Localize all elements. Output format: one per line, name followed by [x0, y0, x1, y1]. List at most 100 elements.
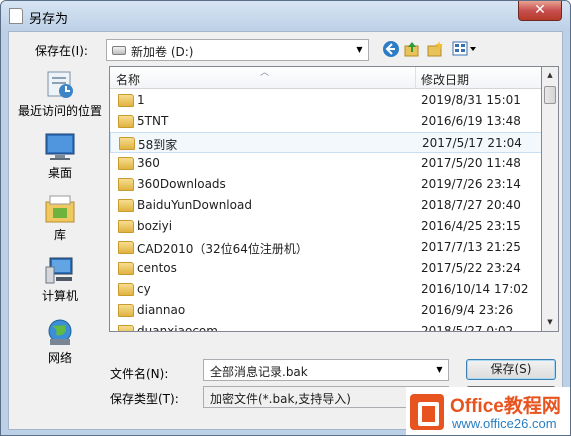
chevron-down-icon[interactable]: ▼: [351, 40, 368, 60]
save-in-combo[interactable]: 新加卷 (D:) ▼: [106, 39, 369, 61]
window-title: 另存为: [29, 12, 69, 27]
file-name: 360: [137, 156, 160, 170]
file-row[interactable]: cy 2016/10/14 17:02: [110, 279, 541, 300]
filename-label: 文件名(N):: [110, 367, 169, 381]
folder-icon: [119, 137, 135, 150]
file-date: 2019/8/31 15:01: [421, 93, 521, 107]
scroll-down-icon[interactable]: ▼: [542, 314, 558, 331]
column-divider[interactable]: [415, 67, 416, 89]
file-row[interactable]: 360Downloads 2019/7/26 23:14: [110, 174, 541, 195]
file-date: 2017/7/13 21:25: [421, 240, 521, 254]
place-network[interactable]: 网络: [12, 315, 108, 375]
file-date: 2016/4/25 23:15: [421, 219, 521, 233]
scroll-up-icon[interactable]: ▲: [542, 67, 558, 84]
back-icon[interactable]: [381, 40, 401, 60]
network-icon: [48, 319, 72, 345]
scroll-thumb[interactable]: [544, 86, 556, 104]
file-name: diannao: [137, 303, 186, 317]
file-row[interactable]: 58到家 2017/5/17 21:04: [110, 132, 541, 153]
chevron-down-icon[interactable]: ▼: [431, 360, 448, 380]
vertical-scrollbar[interactable]: ▲ ▼: [542, 66, 559, 332]
file-date: 2017/5/17 21:04: [422, 136, 522, 150]
computer-icon: [45, 257, 73, 284]
file-row[interactable]: boziyi 2016/4/25 23:15: [110, 216, 541, 237]
file-date: 2016/10/14 17:02: [421, 282, 529, 296]
place-libraries[interactable]: 库: [12, 192, 108, 252]
views-icon[interactable]: [450, 40, 478, 60]
file-row[interactable]: diannao 2016/9/4 23:26: [110, 300, 541, 321]
file-name: 58到家: [138, 138, 178, 152]
title-bar: 另存为 ✕: [1, 1, 570, 31]
file-name: duanxiaocom: [137, 324, 218, 332]
place-computer-label: 计算机: [41, 289, 78, 303]
file-row[interactable]: 5TNT 2016/6/19 13:48: [110, 111, 541, 132]
place-recent-label: 最近访问的位置: [17, 104, 102, 118]
file-name: cy: [137, 282, 151, 296]
save-as-dialog: 另存为 ✕ 保存在(I): 新加卷 (D:) ▼ 最近访问的位置 桌面 库 计算…: [0, 0, 571, 436]
file-date: 2018/7/27 20:40: [421, 198, 521, 212]
sort-ascending-icon: ︿: [260, 68, 270, 78]
filetype-value: 加密文件(*.bak,支持导入): [210, 392, 351, 406]
place-computer[interactable]: 计算机: [12, 253, 108, 313]
folder-icon: [118, 94, 134, 107]
file-row[interactable]: duanxiaocom 2018/5/27 0:02: [110, 321, 541, 332]
folder-icon: [118, 115, 134, 128]
column-name[interactable]: 名称: [116, 71, 140, 88]
watermark-line2: www.office26.com: [452, 416, 557, 431]
watermark-logo: Office教程网 www.office26.com: [406, 387, 570, 435]
close-button[interactable]: ✕: [518, 1, 562, 21]
folder-icon: [118, 199, 134, 212]
folder-icon: [118, 262, 134, 275]
place-libraries-label: 库: [53, 228, 66, 242]
folder-icon: [118, 241, 134, 254]
folder-icon: [118, 178, 134, 191]
file-date: 2016/9/4 23:26: [421, 303, 514, 317]
folder-icon: [118, 283, 134, 296]
office-logo-icon: [410, 394, 444, 430]
folder-icon: [118, 157, 134, 170]
column-date[interactable]: 修改日期: [421, 71, 469, 88]
save-in-value: 新加卷 (D:): [131, 45, 194, 59]
save-button[interactable]: 保存(S): [466, 359, 556, 380]
file-date: 2017/5/22 23:24: [421, 261, 521, 275]
desktop-icon: [45, 133, 75, 160]
file-list[interactable]: ︿ 名称 修改日期 1 2019/8/31 15:01 5TNT 2016/6/19 …: [109, 66, 542, 332]
drive-icon: [112, 46, 126, 55]
place-recent[interactable]: 最近访问的位置: [12, 67, 108, 127]
folder-icon: [118, 304, 134, 317]
save-in-label: 保存在(I):: [35, 44, 88, 58]
filetype-label: 保存类型(T):: [110, 392, 179, 406]
places-bar: 最近访问的位置 桌面 库 计算机 网络: [12, 65, 108, 365]
file-row[interactable]: BaiduYunDownload 2018/7/27 20:40: [110, 195, 541, 216]
folder-icon: [118, 220, 134, 233]
file-date: 2016/6/19 13:48: [421, 114, 521, 128]
libraries-icon: [45, 195, 75, 223]
new-folder-icon[interactable]: [425, 40, 445, 60]
document-icon: [9, 8, 23, 24]
place-desktop-label: 桌面: [47, 166, 72, 180]
file-row[interactable]: 360 2017/5/20 11:48: [110, 153, 541, 174]
place-desktop[interactable]: 桌面: [12, 130, 108, 190]
file-name: 1: [137, 93, 145, 107]
file-name: CAD2010（32位64位注册机）: [137, 242, 308, 256]
file-name: BaiduYunDownload: [137, 198, 252, 212]
file-row[interactable]: centos 2017/5/22 23:24: [110, 258, 541, 279]
dialog-body: 保存在(I): 新加卷 (D:) ▼ 最近访问的位置 桌面 库 计算机 网络 ︿…: [8, 31, 563, 430]
folder-icon: [118, 325, 134, 331]
watermark-line1: Office教程网: [450, 396, 561, 417]
file-name: 5TNT: [137, 114, 169, 128]
file-date: 2019/7/26 23:14: [421, 177, 521, 191]
file-name: centos: [137, 261, 177, 275]
recent-places-icon: [47, 71, 73, 98]
file-name: boziyi: [137, 219, 173, 233]
up-folder-icon[interactable]: [402, 40, 422, 60]
file-row[interactable]: 1 2019/8/31 15:01: [110, 90, 541, 111]
file-date: 2017/5/20 11:48: [421, 156, 521, 170]
place-network-label: 网络: [47, 351, 72, 365]
list-header: ︿ 名称 修改日期: [110, 67, 541, 89]
file-date: 2018/5/27 0:02: [421, 324, 514, 332]
file-name: 360Downloads: [137, 177, 226, 191]
filename-value: 全部消息记录.bak: [210, 365, 308, 379]
filename-field[interactable]: 全部消息记录.bak ▼: [203, 359, 449, 381]
file-row[interactable]: CAD2010（32位64位注册机） 2017/7/13 21:25: [110, 237, 541, 258]
